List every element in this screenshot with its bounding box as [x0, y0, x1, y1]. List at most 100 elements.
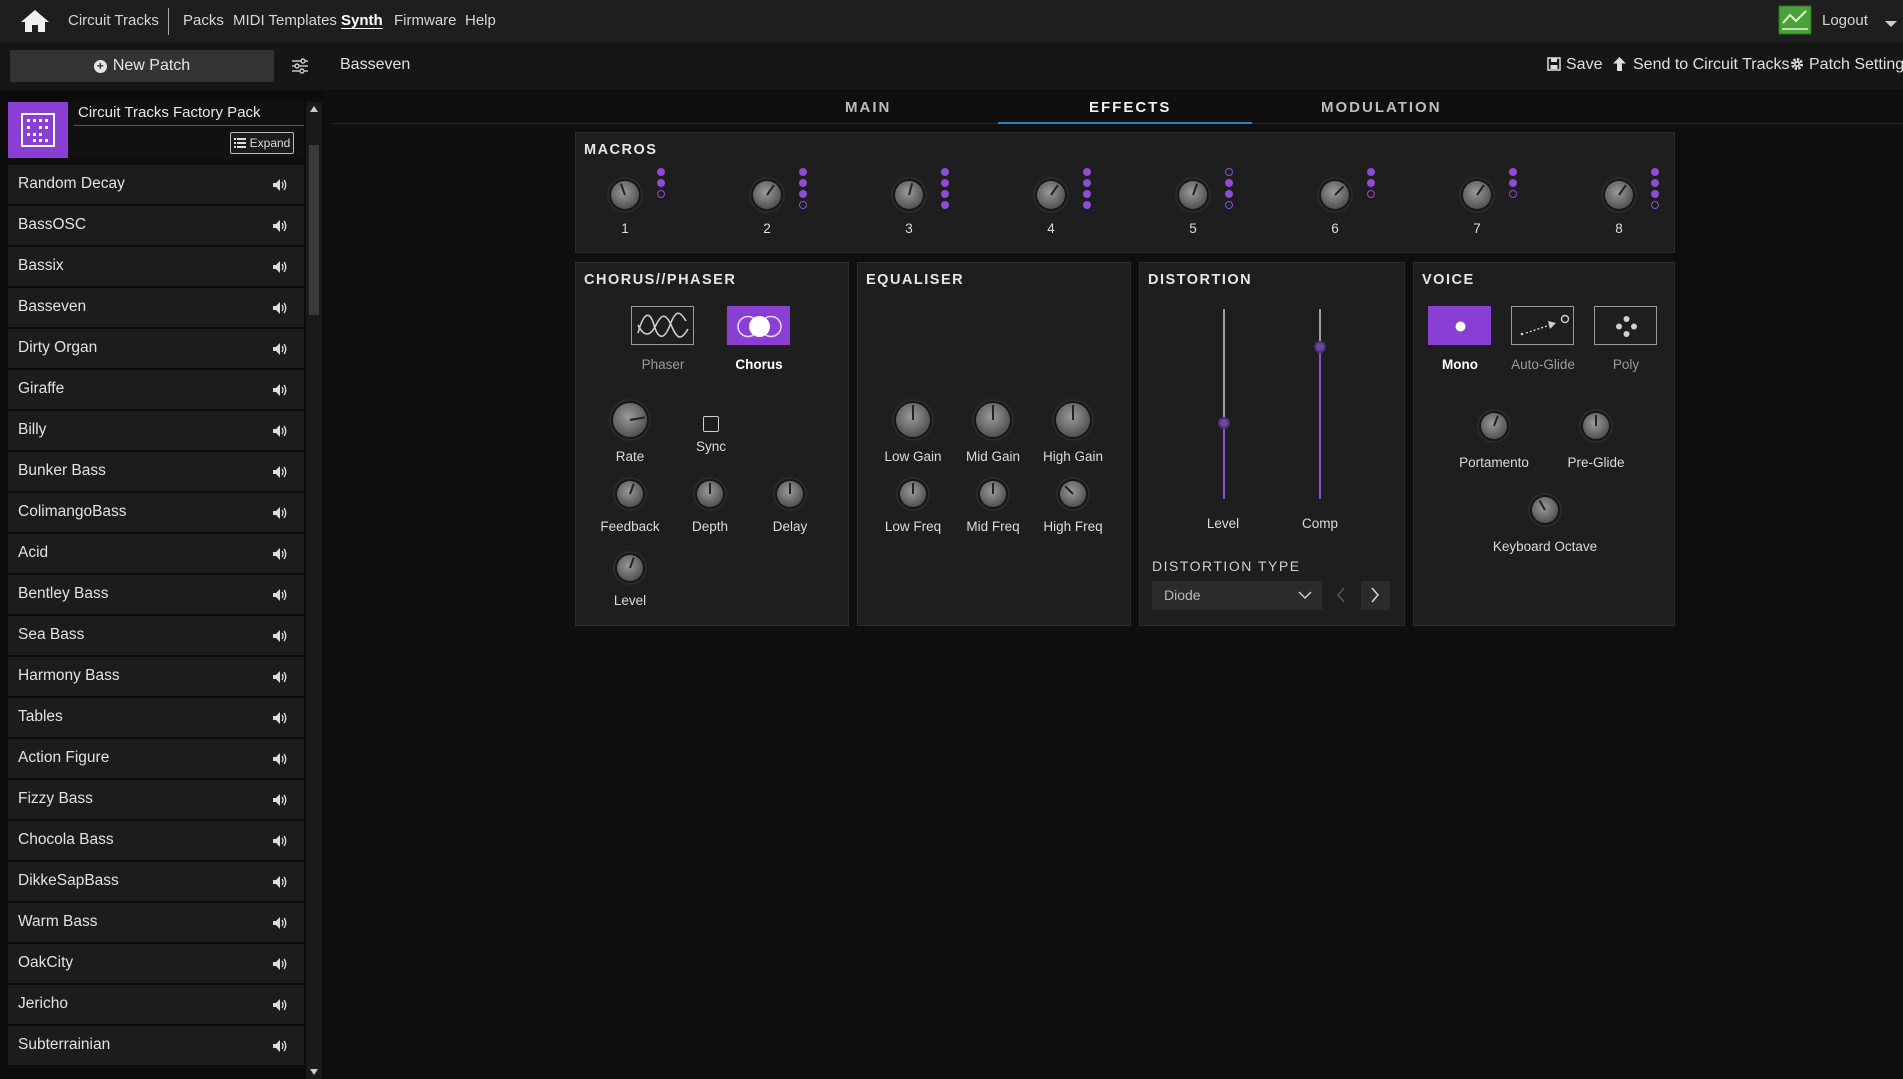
macro-knob-1[interactable]: [611, 181, 639, 209]
eq-high-freq-knob[interactable]: [1060, 481, 1086, 507]
chevron-down-icon[interactable]: [1884, 20, 1898, 28]
macro-knob-6[interactable]: [1321, 181, 1349, 209]
dist-comp-slider-thumb[interactable]: [1314, 341, 1326, 353]
eq-low-freq-knob[interactable]: [900, 481, 926, 507]
nav-midi-templates[interactable]: MIDI Templates: [233, 12, 337, 29]
patch-row[interactable]: Sea Bass: [8, 616, 304, 655]
patch-row[interactable]: Bentley Bass: [8, 575, 304, 614]
patch-row[interactable]: Acid: [8, 534, 304, 573]
voice-pre-glide-knob[interactable]: [1583, 413, 1609, 439]
patch-row[interactable]: Bassix: [8, 247, 304, 286]
patch-row[interactable]: BassOSC: [8, 206, 304, 245]
expand-button[interactable]: Expand: [230, 132, 294, 154]
patch-row[interactable]: Giraffe: [8, 370, 304, 409]
sync-checkbox[interactable]: [703, 416, 719, 432]
patch-row[interactable]: Billy: [8, 411, 304, 450]
eq-high-gain-knob[interactable]: [1056, 403, 1090, 437]
scrollbar-thumb[interactable]: [309, 145, 319, 315]
save-button[interactable]: Save: [1566, 56, 1602, 74]
nav-packs[interactable]: Packs: [183, 12, 224, 29]
nav-help[interactable]: Help: [465, 12, 496, 29]
eq-mid-freq-knob[interactable]: [980, 481, 1006, 507]
send-to-circuit-button[interactable]: Send to Circuit Tracks: [1633, 56, 1790, 74]
speaker-icon[interactable]: [272, 178, 288, 192]
speaker-icon[interactable]: [272, 916, 288, 930]
auto-glide-button[interactable]: [1511, 306, 1574, 345]
speaker-icon[interactable]: [272, 588, 288, 602]
voice-keyboard-octave-knob[interactable]: [1532, 497, 1558, 523]
speaker-icon[interactable]: [272, 260, 288, 274]
speaker-icon[interactable]: [272, 506, 288, 520]
patch-row[interactable]: OakCity: [8, 944, 304, 983]
prev-arrow-icon[interactable]: [1336, 587, 1346, 603]
user-avatar-icon[interactable]: [1778, 5, 1812, 35]
macro-knob-4[interactable]: [1037, 181, 1065, 209]
nav-firmware[interactable]: Firmware: [394, 12, 457, 29]
macro-knob-5[interactable]: [1179, 181, 1207, 209]
speaker-icon[interactable]: [272, 342, 288, 356]
scroll-down-icon[interactable]: [310, 1069, 318, 1075]
patch-row[interactable]: DikkeSapBass: [8, 862, 304, 901]
patch-row[interactable]: Harmony Bass: [8, 657, 304, 696]
speaker-icon[interactable]: [272, 957, 288, 971]
chorus-rate-label: Rate: [615, 449, 645, 464]
scroll-up-icon[interactable]: [310, 106, 318, 112]
macro-knob-2[interactable]: [753, 181, 781, 209]
patch-row[interactable]: ColimangoBass: [8, 493, 304, 532]
patch-row[interactable]: Action Figure: [8, 739, 304, 778]
patch-row[interactable]: Fizzy Bass: [8, 780, 304, 819]
chorus-delay-knob[interactable]: [777, 481, 803, 507]
dist-level-slider-thumb[interactable]: [1218, 417, 1230, 429]
phaser-button[interactable]: [631, 306, 694, 345]
patch-row[interactable]: Random Decay: [8, 165, 304, 204]
speaker-icon[interactable]: [272, 875, 288, 889]
speaker-icon[interactable]: [272, 547, 288, 561]
patch-row[interactable]: Jericho: [8, 985, 304, 1024]
chorus-rate-knob[interactable]: [613, 403, 647, 437]
speaker-icon[interactable]: [272, 629, 288, 643]
macro-knob-3[interactable]: [895, 181, 923, 209]
brand-link[interactable]: Circuit Tracks: [68, 12, 159, 29]
patch-row[interactable]: Dirty Organ: [8, 329, 304, 368]
patch-row[interactable]: Basseven: [8, 288, 304, 327]
speaker-icon[interactable]: [272, 301, 288, 315]
speaker-icon[interactable]: [272, 465, 288, 479]
home-icon[interactable]: [20, 9, 50, 33]
poly-button[interactable]: [1594, 306, 1657, 345]
chorus-feedback-knob[interactable]: [617, 481, 643, 507]
sliders-icon[interactable]: [291, 58, 309, 74]
voice-portamento-knob[interactable]: [1481, 413, 1507, 439]
macro-knob-8[interactable]: [1605, 181, 1633, 209]
speaker-icon[interactable]: [272, 219, 288, 233]
speaker-icon[interactable]: [272, 670, 288, 684]
eq-low-gain-knob[interactable]: [896, 403, 930, 437]
patch-row[interactable]: Warm Bass: [8, 903, 304, 942]
speaker-icon[interactable]: [272, 383, 288, 397]
tab-main[interactable]: MAIN: [845, 99, 891, 116]
tab-effects[interactable]: EFFECTS: [1089, 99, 1171, 116]
speaker-icon[interactable]: [272, 752, 288, 766]
next-button[interactable]: [1361, 581, 1390, 610]
patch-row[interactable]: Bunker Bass: [8, 452, 304, 491]
speaker-icon[interactable]: [272, 424, 288, 438]
nav-synth[interactable]: Synth: [341, 12, 383, 29]
tab-modulation[interactable]: MODULATION: [1321, 99, 1442, 116]
speaker-icon[interactable]: [272, 1039, 288, 1053]
distortion-type-select[interactable]: Diode: [1152, 581, 1322, 610]
chorus-depth-knob[interactable]: [697, 481, 723, 507]
mono-button[interactable]: [1428, 306, 1491, 345]
speaker-icon[interactable]: [272, 998, 288, 1012]
logout-link[interactable]: Logout: [1822, 12, 1868, 29]
patch-row[interactable]: Subterrainian: [8, 1026, 304, 1065]
chorus-button[interactable]: [727, 306, 790, 345]
chorus-level-knob[interactable]: [617, 555, 643, 581]
speaker-icon[interactable]: [272, 834, 288, 848]
speaker-icon[interactable]: [272, 711, 288, 725]
patch-settings-button[interactable]: Patch Settings: [1809, 56, 1903, 74]
macro-knob-7[interactable]: [1463, 181, 1491, 209]
patch-row[interactable]: Chocola Bass: [8, 821, 304, 860]
patch-row[interactable]: Tables: [8, 698, 304, 737]
new-patch-button[interactable]: + New Patch: [10, 50, 274, 82]
speaker-icon[interactable]: [272, 793, 288, 807]
eq-mid-gain-knob[interactable]: [976, 403, 1010, 437]
